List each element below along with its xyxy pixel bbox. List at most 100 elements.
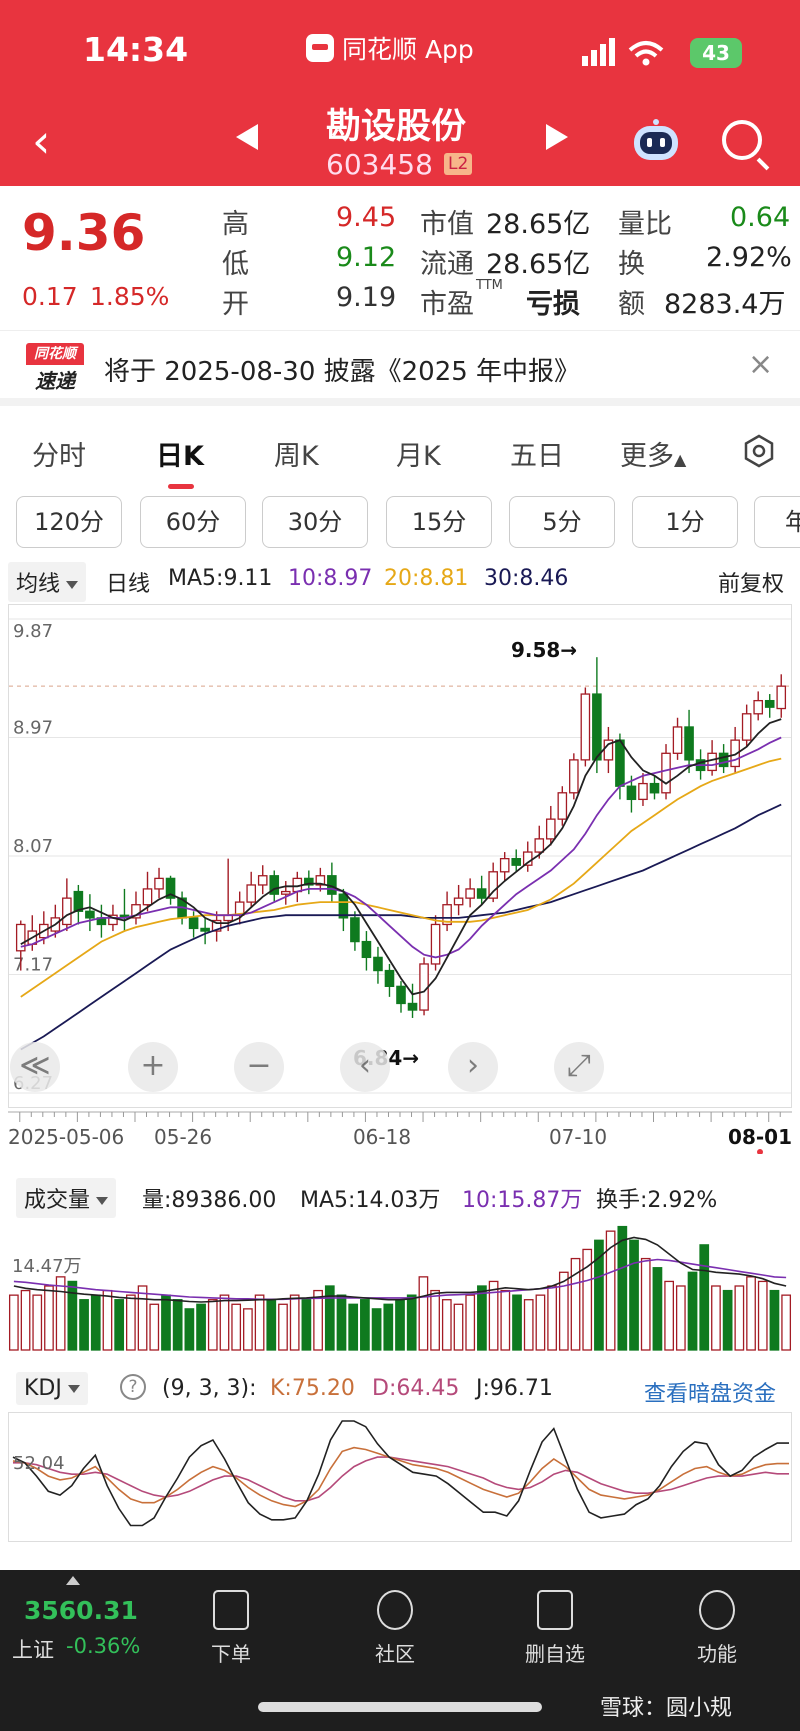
current-price: 9.36 bbox=[22, 204, 146, 262]
search-icon[interactable] bbox=[722, 120, 762, 160]
express-badge: 同花顺 速递 bbox=[26, 343, 84, 393]
pe-label: 市盈 bbox=[420, 289, 474, 320]
volume-bar bbox=[687, 1271, 698, 1351]
volume-bar bbox=[512, 1294, 522, 1351]
volume-bar bbox=[90, 1294, 101, 1351]
notice-banner[interactable]: 同花顺 速递 将于 2025-08-30 披露《2025 年中报》 × bbox=[0, 330, 800, 406]
prev-stock-button[interactable] bbox=[236, 124, 258, 150]
period-30m-button[interactable]: 30分 bbox=[262, 496, 368, 548]
candle-body bbox=[776, 685, 787, 710]
period-selector: 120分 60分 30分 15分 5分 1分 年 bbox=[0, 494, 800, 556]
scroll-left-button[interactable]: ‹ bbox=[340, 1042, 390, 1092]
candle-body bbox=[85, 910, 95, 919]
candle-body bbox=[753, 699, 763, 715]
candle-body bbox=[453, 897, 464, 906]
scroll-right-button[interactable]: › bbox=[448, 1042, 498, 1092]
period-60m-button[interactable]: 60分 bbox=[140, 496, 246, 548]
collapse-button[interactable]: ≪ bbox=[10, 1042, 60, 1092]
period-1m-button[interactable]: 1分 bbox=[632, 496, 738, 548]
candle-body bbox=[384, 969, 395, 987]
tab-more[interactable]: 更多▲ bbox=[620, 434, 686, 473]
tab-intraday[interactable]: 分时 bbox=[32, 434, 86, 473]
battery-icon: 43 bbox=[690, 38, 742, 68]
volume-bar bbox=[278, 1303, 288, 1351]
quote-panel: 9.36 0.17 1.85% 高 9.45 低 9.12 开 9.19 市值 … bbox=[0, 186, 800, 330]
x-tick-label: 2025-05-06 bbox=[8, 1125, 124, 1149]
period-15m-button[interactable]: 15分 bbox=[386, 496, 492, 548]
tab-monthly-k[interactable]: 月K bbox=[396, 434, 441, 473]
nav-function[interactable]: 功能 bbox=[672, 1590, 762, 1667]
line-type: 日线 bbox=[106, 572, 151, 597]
x-tick-label: 07-10 bbox=[549, 1125, 607, 1149]
zoom-out-button[interactable]: − bbox=[234, 1042, 284, 1092]
notice-text: 将于 2025-08-30 披露《2025 年中报》 bbox=[104, 357, 581, 387]
candle-body bbox=[73, 890, 84, 912]
volume-chart[interactable]: 14.47万 bbox=[8, 1218, 792, 1352]
next-stock-button[interactable] bbox=[546, 124, 568, 150]
volume-bar bbox=[149, 1303, 160, 1351]
adjust-mode[interactable]: 前复权 bbox=[718, 566, 784, 598]
candle-body bbox=[154, 877, 164, 890]
volume-bar bbox=[477, 1285, 487, 1351]
index-value[interactable]: 3560.31 bbox=[24, 1596, 138, 1625]
volume-legend: 成交量 量:89386.00 MA5:14.03万 10:15.87万 换手:2… bbox=[0, 1176, 800, 1218]
volume-selector[interactable]: 成交量 bbox=[16, 1178, 117, 1218]
high-label: 高 bbox=[222, 209, 249, 240]
volume-bar bbox=[441, 1299, 452, 1351]
stock-name: 勘设股份 bbox=[326, 107, 467, 147]
candle-body bbox=[638, 782, 648, 801]
fullscreen-button[interactable]: ⤢ bbox=[554, 1042, 604, 1092]
volume-bar bbox=[161, 1294, 171, 1351]
help-icon[interactable]: ? bbox=[120, 1374, 146, 1400]
volume-bar bbox=[722, 1289, 733, 1351]
period-5m-button[interactable]: 5分 bbox=[509, 496, 615, 548]
kdj-params: (9, 3, 3): bbox=[162, 1376, 257, 1401]
candle-body bbox=[707, 752, 717, 772]
open-label: 开 bbox=[222, 289, 249, 320]
volume-bar bbox=[114, 1299, 125, 1351]
volume-bar bbox=[126, 1294, 136, 1351]
ma-selector[interactable]: 均线 bbox=[8, 562, 87, 602]
volume-bar bbox=[102, 1289, 113, 1351]
nav-delete-watchlist[interactable]: 删自选 bbox=[510, 1590, 600, 1667]
menu-icon bbox=[699, 1590, 735, 1630]
volume-bar bbox=[781, 1294, 792, 1351]
volume-bar bbox=[67, 1280, 78, 1351]
dark-pool-link[interactable]: 查看暗盘资金 bbox=[644, 1376, 776, 1408]
vol-ma5-label: MA5:14.03万 bbox=[300, 1188, 441, 1213]
kdj-chart[interactable]: 52.04 bbox=[8, 1412, 792, 1542]
volume-bar bbox=[219, 1294, 230, 1351]
period-120m-button[interactable]: 120分 bbox=[16, 496, 122, 548]
volume-bar bbox=[605, 1230, 616, 1351]
x-tick-label: 08-01 bbox=[728, 1125, 792, 1149]
candle-body bbox=[615, 739, 625, 787]
candle-body bbox=[741, 713, 752, 741]
nav-order[interactable]: 下单 bbox=[186, 1590, 276, 1667]
candle-body bbox=[280, 890, 291, 895]
x-tick-label: 06-18 bbox=[353, 1125, 411, 1149]
tab-weekly-k[interactable]: 周K bbox=[274, 434, 319, 473]
ma20-line bbox=[20, 757, 782, 998]
candle-body bbox=[476, 888, 487, 899]
volume-bar bbox=[711, 1285, 721, 1351]
assistant-robot-icon[interactable] bbox=[630, 118, 682, 164]
amount-label: 额 bbox=[618, 289, 645, 320]
settings-icon[interactable] bbox=[742, 434, 776, 468]
volume-bar bbox=[172, 1299, 183, 1351]
nav-community[interactable]: 社区 bbox=[350, 1590, 440, 1667]
volume-bar bbox=[617, 1225, 628, 1351]
tab-daily-k[interactable]: 日K bbox=[156, 434, 204, 489]
tab-five-day[interactable]: 五日 bbox=[510, 434, 564, 473]
volume-bar bbox=[652, 1267, 663, 1351]
candle-body bbox=[764, 699, 775, 708]
close-icon[interactable]: × bbox=[748, 347, 773, 382]
candlestick-chart[interactable]: 9.878.978.077.176.279.58→6.84→ bbox=[8, 604, 792, 1108]
zoom-in-button[interactable]: + bbox=[128, 1042, 178, 1092]
volume-bar bbox=[383, 1303, 394, 1351]
volume-bar bbox=[79, 1299, 89, 1351]
period-year-button[interactable]: 年 bbox=[754, 496, 800, 548]
back-button[interactable]: ‹ bbox=[32, 118, 50, 164]
candle-body bbox=[257, 875, 268, 886]
indicator-selector[interactable]: KDJ bbox=[16, 1372, 88, 1405]
ma20-label: 20:8.81 bbox=[384, 566, 469, 591]
